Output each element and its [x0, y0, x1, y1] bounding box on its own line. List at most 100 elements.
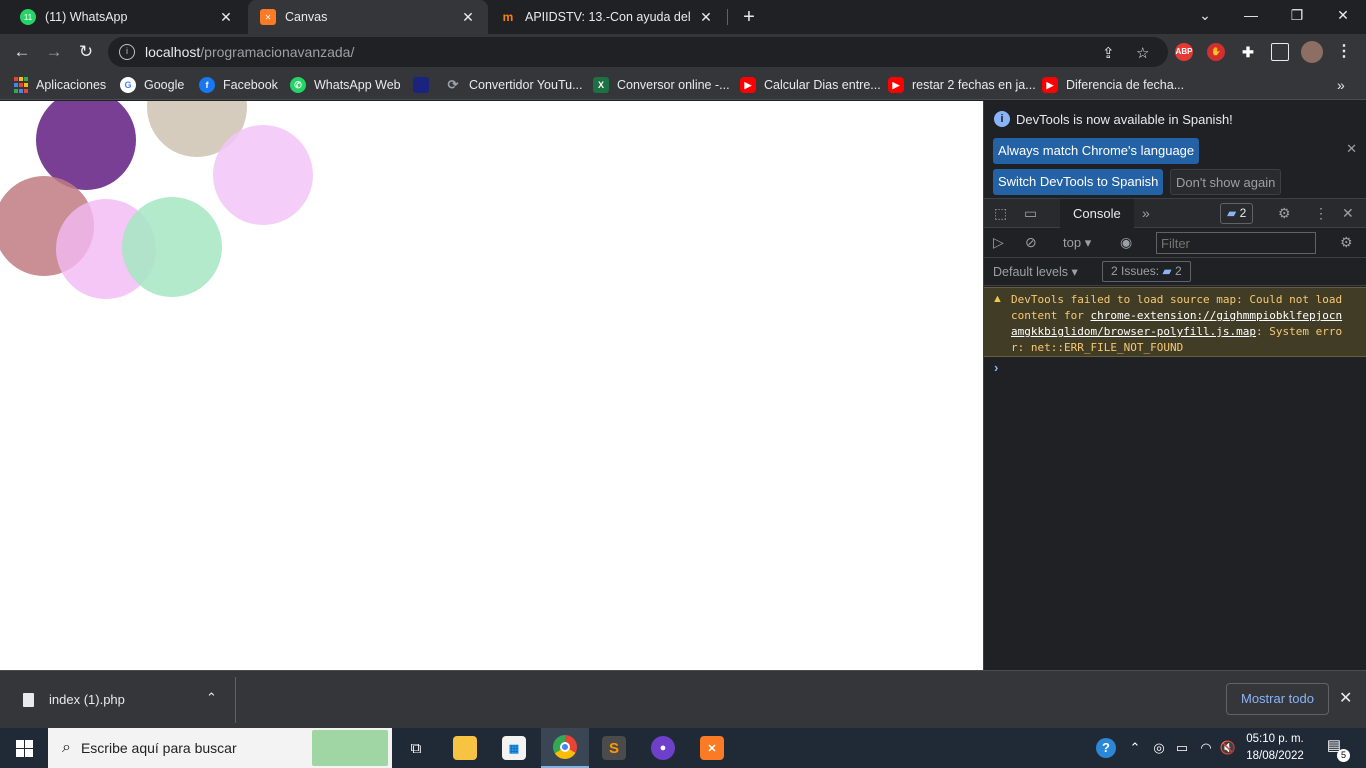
- close-tab-icon[interactable]: ✕: [460, 9, 476, 26]
- dont-show-again-button[interactable]: Don't show again: [1170, 169, 1282, 195]
- issues-pill-button[interactable]: 2 Issues: ▰ 2: [1102, 261, 1191, 282]
- taskbar-store[interactable]: ▦: [490, 728, 538, 768]
- bookmark-label: Google: [144, 78, 185, 92]
- settings-gear-icon[interactable]: ⚙: [1278, 205, 1291, 222]
- console-filterbar: ▷ ⊘ top ▾ ◉ ⚙: [984, 228, 1366, 258]
- share-icon[interactable]: ⇪: [1102, 44, 1115, 62]
- notification-count: 5: [1337, 749, 1350, 762]
- devtools-panel: i DevTools is now available in Spanish! …: [983, 101, 1366, 670]
- excel-icon: X: [593, 77, 609, 93]
- download-item[interactable]: index (1).php ⌃: [5, 677, 236, 723]
- taskbar-chrome[interactable]: [541, 728, 589, 768]
- side-panel-icon[interactable]: [1271, 43, 1289, 61]
- bookmark-calcular[interactable]: ▶ Calcular Dias entre...: [740, 75, 881, 95]
- close-tab-icon[interactable]: ✕: [698, 9, 714, 26]
- bookmark-google[interactable]: G Google: [120, 75, 184, 95]
- message-icon: ▰: [1162, 264, 1172, 278]
- github-icon: ●: [651, 736, 675, 760]
- match-language-button[interactable]: Always match Chrome's language: [993, 138, 1200, 164]
- bookmark-facebook[interactable]: f Facebook: [199, 75, 278, 95]
- tray-chevron-up-icon[interactable]: ⌃: [1126, 728, 1144, 768]
- sidebar-toggle-icon[interactable]: ▷: [993, 234, 1004, 251]
- close-window-button[interactable]: ✕: [1320, 0, 1366, 30]
- bookmark-conversor[interactable]: X Conversor online -...: [593, 75, 730, 95]
- more-bookmarks-button[interactable]: »: [1337, 75, 1345, 95]
- forward-button[interactable]: →: [40, 38, 68, 66]
- chrome-menu-icon[interactable]: ⋮: [1335, 43, 1353, 61]
- reload-button[interactable]: ↻: [72, 38, 100, 66]
- minimize-button[interactable]: —: [1228, 0, 1274, 30]
- more-tabs-icon[interactable]: »: [1142, 205, 1150, 221]
- taskbar-sublime[interactable]: S: [590, 728, 638, 768]
- clear-console-icon[interactable]: ⊘: [1025, 234, 1037, 251]
- start-button[interactable]: [0, 728, 48, 768]
- address-bar[interactable]: i localhost/programacionavanzada/ ⇪ ☆: [108, 37, 1168, 67]
- issues-badge[interactable]: ▰ 2: [1220, 203, 1254, 224]
- console-prompt[interactable]: ›: [994, 360, 998, 375]
- tab-console[interactable]: Console: [1060, 199, 1134, 228]
- bookmark-apps[interactable]: Aplicaciones: [14, 75, 106, 95]
- taskbar-file-explorer[interactable]: [441, 728, 489, 768]
- close-infobar-icon[interactable]: ✕: [1346, 141, 1357, 157]
- task-view-button[interactable]: ⧉: [392, 728, 440, 768]
- console-filter-input[interactable]: [1156, 232, 1316, 254]
- tab-strip: 11 (11) WhatsApp ✕ ✕ Canvas ✕ m APIIDSTV…: [0, 0, 1366, 34]
- profile-avatar[interactable]: [1301, 41, 1323, 63]
- switch-spanish-button[interactable]: Switch DevTools to Spanish: [993, 169, 1164, 195]
- moodle-icon: m: [502, 10, 514, 24]
- device-toolbar-icon[interactable]: ▭: [1024, 205, 1037, 222]
- close-shelf-icon[interactable]: ✕: [1339, 688, 1352, 708]
- context-select[interactable]: top ▾: [1063, 235, 1091, 251]
- site-info-icon[interactable]: i: [119, 44, 135, 60]
- close-tab-icon[interactable]: ✕: [218, 9, 234, 26]
- message-icon: ▰: [1227, 206, 1237, 220]
- close-devtools-icon[interactable]: ✕: [1342, 205, 1354, 222]
- default-levels-dropdown[interactable]: Default levels ▾: [993, 264, 1078, 279]
- levels-bar: Default levels ▾ 2 Issues: ▰ 2: [984, 258, 1366, 286]
- youtube-icon: ▶: [1042, 77, 1058, 93]
- inspect-element-icon[interactable]: ⬚: [994, 205, 1007, 222]
- volume-muted-icon[interactable]: 🔇: [1219, 728, 1237, 768]
- bookmark-site[interactable]: [413, 75, 437, 95]
- new-tab-button[interactable]: +: [737, 4, 761, 30]
- clock-time: 05:10 p. m.: [1246, 733, 1304, 745]
- canvas-circle-pink: [213, 125, 313, 225]
- xampp-icon: ✕: [700, 736, 724, 760]
- show-all-button[interactable]: Mostrar todo: [1226, 683, 1329, 715]
- bookmark-whatsapp-web[interactable]: ✆ WhatsApp Web: [290, 75, 401, 95]
- console-settings-icon[interactable]: ⚙: [1340, 234, 1353, 251]
- tab-title: Canvas: [285, 10, 328, 24]
- page-canvas: [0, 101, 983, 670]
- browser-toolbar: ← → ↻ i localhost/programacionavanzada/ …: [0, 34, 1366, 70]
- tab-canvas[interactable]: ✕ Canvas ✕: [248, 0, 488, 34]
- taskbar-search[interactable]: ⌕ Escribe aquí para buscar: [48, 728, 392, 768]
- wifi-icon[interactable]: ◠: [1197, 728, 1215, 768]
- warning-text: DevTools failed to load source map: Coul…: [1011, 293, 1343, 354]
- search-highlight-image[interactable]: [312, 730, 388, 766]
- bookmark-star-icon[interactable]: ☆: [1136, 44, 1149, 62]
- bookmark-diferencia[interactable]: ▶ Diferencia de fecha...: [1042, 75, 1184, 95]
- adblock-hand-icon[interactable]: ✋: [1207, 43, 1225, 61]
- restore-button[interactable]: ❐: [1274, 0, 1320, 30]
- tab-separator: [727, 9, 728, 25]
- live-expression-eye-icon[interactable]: ◉: [1120, 234, 1132, 251]
- taskbar-github[interactable]: ●: [639, 728, 687, 768]
- bookmark-convertidor[interactable]: ⟳ Convertidor YouTu...: [445, 75, 583, 95]
- taskbar-clock[interactable]: 05:10 p. m. 18/08/2022: [1240, 731, 1310, 765]
- tab-apiidstv[interactable]: m APIIDSTV: 13.-Con ayuda del eve ✕: [488, 0, 726, 34]
- adblock-plus-icon[interactable]: ABP: [1175, 43, 1193, 61]
- tab-search-chevron-icon[interactable]: ⌄: [1182, 0, 1228, 30]
- back-button[interactable]: ←: [8, 38, 36, 66]
- notification-center-button[interactable]: ▤ 5: [1322, 736, 1350, 762]
- battery-icon[interactable]: ▭: [1173, 728, 1191, 768]
- bookmark-label: Calcular Dias entre...: [764, 78, 881, 92]
- chevron-up-icon[interactable]: ⌃: [206, 690, 217, 706]
- extensions-puzzle-icon[interactable]: ✚: [1239, 43, 1257, 61]
- tray-app-icon[interactable]: ◎: [1150, 728, 1168, 768]
- taskbar-xampp[interactable]: ✕: [688, 728, 736, 768]
- info-icon: i: [994, 111, 1010, 127]
- tab-whatsapp[interactable]: 11 (11) WhatsApp ✕: [8, 0, 246, 34]
- help-icon[interactable]: ?: [1094, 728, 1118, 768]
- bookmark-restar[interactable]: ▶ restar 2 fechas en ja...: [888, 75, 1036, 95]
- devtools-menu-icon[interactable]: ⋮: [1314, 205, 1328, 222]
